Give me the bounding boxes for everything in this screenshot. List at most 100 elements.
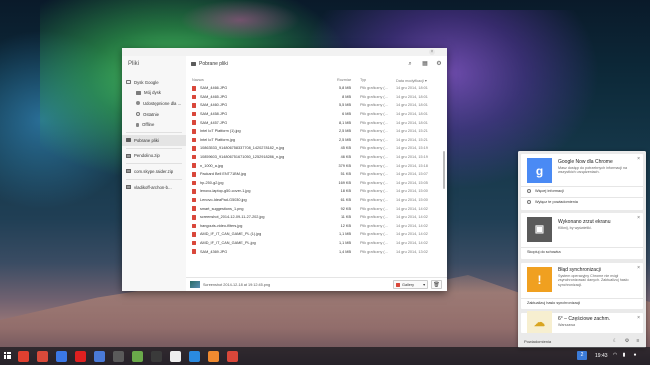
sidebar-item-google-drive[interactable]: Dysk Google <box>122 77 186 88</box>
camera-app-icon[interactable] <box>113 350 124 362</box>
sidebar-item-pendolino-zip[interactable]: Pendolino.zip <box>122 151 186 162</box>
file-row[interactable]: hangouts-video-filters.jpg 12 KB Plik graf… <box>186 222 447 231</box>
app-red-app-icon[interactable] <box>227 350 238 362</box>
do-not-disturb-icon[interactable]: ☾ <box>612 338 618 344</box>
sidebar-item-recent[interactable]: Ostatnie <box>122 109 186 120</box>
clear-all-icon[interactable]: ≡ <box>635 338 641 344</box>
delete-button[interactable]: 🗑 <box>431 280 442 289</box>
file-row[interactable]: smart_suggestions_1.png 92 KB Plik graficz… <box>186 204 447 213</box>
file-row[interactable]: AMD_IF_IT_CAN_GAME_PL.jpg 1,1 MB Plik graf… <box>186 239 447 248</box>
file-type: Plik graficzny (... <box>360 189 388 194</box>
sidebar-item-shared[interactable]: Udostępnione dla ... <box>122 98 186 109</box>
column-name[interactable]: Nazwa <box>192 78 204 82</box>
file-row[interactable]: AMD_IF_IT_CAN_GAME_PL (1).jpg 1,1 MB Plik … <box>186 230 447 239</box>
copy-to-clipboard-button[interactable]: Skopiuj do schowka <box>521 247 643 256</box>
notification-title: Google Now dla Chrome <box>558 159 613 165</box>
close-icon[interactable]: × <box>637 215 640 221</box>
sidebar-item-my-drive[interactable]: Mój dysk <box>122 88 186 99</box>
close-icon[interactable]: × <box>637 315 640 321</box>
app-dark-app-icon[interactable] <box>151 350 162 362</box>
close-icon[interactable]: × <box>637 156 640 162</box>
close-icon[interactable]: × <box>429 49 435 55</box>
window-titlebar[interactable]: × <box>122 48 447 56</box>
files-app-icon[interactable] <box>94 350 105 362</box>
gear-icon[interactable]: ⚙ <box>436 61 442 67</box>
breadcrumb[interactable]: Pobrane pliki <box>191 61 228 67</box>
file-row[interactable]: SAM_4458.JPG 6 MB Plik graficzny (... 14 gr… <box>186 110 447 119</box>
file-name: lenovo-laptop-g50-cover-1.jpg <box>200 189 251 194</box>
update-sync-password-button[interactable]: Zaktualizuj hasło synchronizacji <box>521 298 643 307</box>
column-type[interactable]: Typ <box>360 78 366 82</box>
column-size[interactable]: Rozmiar <box>337 78 351 82</box>
bottom-bar: Screenshot 2014-12-18 at 19:12:45.png Ga… <box>186 277 447 291</box>
search-icon[interactable]: ⌕ <box>407 61 413 67</box>
file-row[interactable]: SAM_4369.JPG 1,4 MB Plik graficzny (... 14 … <box>186 247 447 256</box>
user-avatar-icon[interactable]: ● <box>632 352 638 359</box>
file-row[interactable]: SAM_4466.JPG 5,8 MB Plik graficzny (... 14 … <box>186 84 447 93</box>
file-row[interactable]: Packard Bell ENT71BM.jpg 51 KB Plik grafic… <box>186 170 447 179</box>
file-row[interactable]: lenovo-laptop-g50-cover-1.jpg 18 KB Plik g… <box>186 187 447 196</box>
action-label: Zaktualizuj hasło synchronizacji <box>527 301 581 305</box>
grid-view-icon[interactable]: ▦ <box>422 61 428 67</box>
clock-app-app-icon[interactable] <box>170 350 181 362</box>
shared-icon <box>136 101 140 106</box>
file-type: Plik graficzny (... <box>360 172 388 177</box>
file-type: Plik graficzny (... <box>360 180 388 185</box>
file-row[interactable]: n_1000_a.jpg 379 KB Plik graficzny (... 14 … <box>186 161 447 170</box>
file-size: 46 KB <box>340 155 351 160</box>
column-date[interactable]: Data modyfikacji ▾ <box>396 78 427 83</box>
file-row[interactable]: screenshot_2014-12-09-11-27-202.jpg 11 KB… <box>186 213 447 222</box>
file-size: 51 KB <box>340 172 351 177</box>
file-name: SAM_4457.JPG <box>200 120 228 125</box>
disable-notifications-button[interactable]: Wyłącz te powiadomienia <box>521 197 643 206</box>
app-orange-app-icon[interactable] <box>208 350 219 362</box>
notification-google-now[interactable]: g Google Now dla Chrome Masz dostęp do p… <box>521 154 643 210</box>
docs-app-icon[interactable] <box>56 350 67 362</box>
sidebar-item-archon-zip[interactable]: vladikoff-archon-b... <box>122 182 186 193</box>
gmail-app-icon[interactable] <box>37 350 48 362</box>
file-type: Plik graficzny (... <box>360 146 388 151</box>
clock[interactable]: 19:43 <box>595 353 608 359</box>
file-row[interactable]: SAM_4457.JPG 8,1 MB Plik graficzny (... 14 … <box>186 118 447 127</box>
file-size: 1,1 MB <box>338 232 351 237</box>
file-row[interactable]: SAM_4460.JPG 5,5 MB Plik graficzny (... 14 … <box>186 101 447 110</box>
file-type: Plik graficzny (... <box>360 232 388 237</box>
divider <box>126 178 182 180</box>
notification-sync-error[interactable]: ! Błąd synchronizacji System operacyjny … <box>521 263 643 309</box>
column-header: Nazwa Rozmiar Typ Data modyfikacji ▾ <box>186 77 447 84</box>
sidebar-item-label: Ostatnie <box>143 111 160 117</box>
close-icon[interactable]: × <box>637 265 640 271</box>
more-info-button[interactable]: Więcej informacji <box>521 186 643 195</box>
youtube-app-icon[interactable] <box>75 350 86 362</box>
downloads-icon <box>191 62 196 66</box>
notification-count-badge[interactable]: 2 <box>577 351 587 360</box>
file-type: Plik graficzny (... <box>360 249 388 254</box>
scrollbar[interactable] <box>443 151 445 189</box>
file-size: 5,8 MB <box>338 86 351 91</box>
file-row[interactable]: 10859603_914806751671050_1252918286_n.jp… <box>186 153 447 162</box>
file-row[interactable]: Lenovo-IdeaPad-G5030.jpg 61 KB Plik grafic… <box>186 196 447 205</box>
wifi-icon[interactable]: ◠ <box>612 352 618 359</box>
sidebar-item-downloads[interactable]: Pobrane pliki <box>122 134 186 146</box>
app-launcher-button[interactable] <box>4 352 11 359</box>
sidebar-item-label: Dysk Google <box>134 79 159 85</box>
notification-weather[interactable]: ☁ 6° – Częściowe zachm. Warszawa × <box>521 311 643 333</box>
settings-icon[interactable]: ⚙ <box>624 338 630 344</box>
file-row[interactable]: hp-250-g2.jpg 169 KB Plik graficzny (... 14… <box>186 179 447 188</box>
notification-screenshot[interactable]: ▣ Wykonano zrzut ekranu Kliknij, by wyśw… <box>521 213 643 259</box>
file-row[interactable]: 10863533_914806758337708_1420278182_n.jp… <box>186 144 447 153</box>
app-green-app-icon[interactable] <box>132 350 143 362</box>
file-date: 14 gru 2014, 15:05 <box>396 180 428 185</box>
gallery-button[interactable]: Gallery ▾ <box>393 280 428 289</box>
zip-icon <box>126 169 131 174</box>
file-row[interactable]: Intel IoT Platform (1).jpg 2,5 MB Plik gra… <box>186 127 447 136</box>
sidebar-item-offline[interactable]: Offline <box>122 119 186 130</box>
chrome-app-icon[interactable] <box>18 350 29 362</box>
file-row[interactable]: Intel IoT Platform.jpg 2,5 MB Plik graficz… <box>186 136 447 145</box>
sidebar-item-skype-zip[interactable]: com.skype.raider.zip <box>122 166 186 177</box>
action-label: Skopiuj do schowka <box>527 250 561 254</box>
battery-icon[interactable]: ▮ <box>621 352 627 359</box>
app-blue-app-icon[interactable] <box>189 350 200 362</box>
file-name: n_1000_a.jpg <box>200 163 224 168</box>
file-row[interactable]: SAM_4465.JPG 8 MB Plik graficzny (... 14 gr… <box>186 93 447 102</box>
